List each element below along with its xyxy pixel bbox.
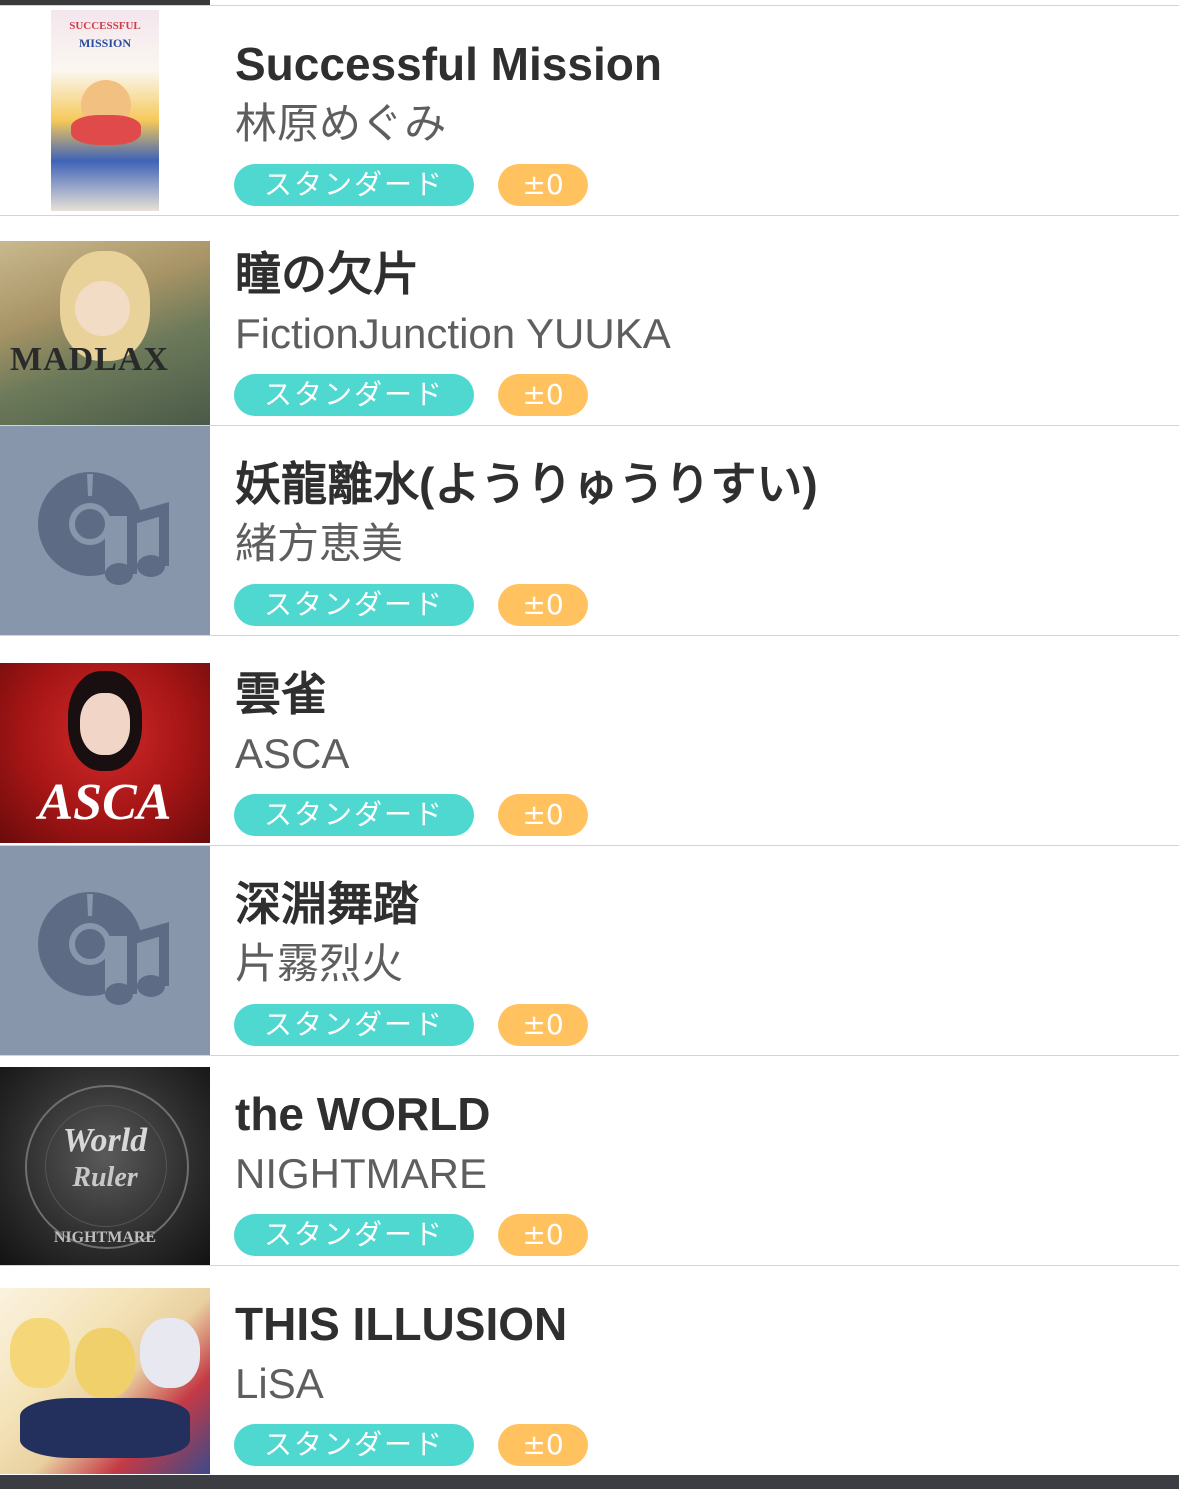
song-artist: NIGHTMARE: [235, 1150, 487, 1197]
song-row[interactable]: MADLAX 瞳の欠片 FictionJunction YUUKA スタンダード…: [0, 215, 1179, 425]
song-row[interactable]: World Ruler NIGHTMARE the WORLD NIGHTMAR…: [0, 1055, 1179, 1265]
song-title: Successful Mission: [235, 38, 662, 90]
song-artist: ASCA: [235, 730, 350, 777]
bottom-bar-edge: [0, 1475, 1179, 1489]
song-title: 雲雀: [235, 668, 327, 720]
song-artist: 緒方恵美: [235, 520, 404, 567]
jacket-thumbnail: MADLAX: [0, 216, 210, 425]
song-artist: FictionJunction YUUKA: [235, 310, 671, 357]
jacket-placeholder: [0, 846, 210, 1055]
jacket-placeholder: [0, 426, 210, 635]
difficulty-badge: スタンダード: [234, 374, 474, 416]
album-art-image: SUCCESSFUL MISSION: [51, 10, 159, 211]
song-title: THIS ILLUSION: [235, 1298, 568, 1350]
jacket-thumbnail: World Ruler NIGHTMARE: [0, 1056, 210, 1265]
album-art-image: [0, 1288, 210, 1474]
song-row[interactable]: THIS ILLUSION LiSA スタンダード ±0: [0, 1265, 1179, 1474]
difficulty-badge: スタンダード: [234, 1214, 474, 1256]
difficulty-badge: スタンダード: [234, 1004, 474, 1046]
album-art-image: World Ruler NIGHTMARE: [0, 1067, 210, 1265]
jacket-thumbnail: SUCCESSFUL MISSION: [0, 6, 210, 215]
song-row[interactable]: 妖龍離水(ようりゅうりすい) 緒方恵美 スタンダード ±0: [0, 425, 1179, 635]
song-title: the WORLD: [235, 1088, 491, 1140]
difficulty-badge: スタンダード: [234, 164, 474, 206]
song-title: 妖龍離水(ようりゅうりすい): [235, 458, 818, 510]
song-artist: 林原めぐみ: [235, 100, 447, 147]
difficulty-badge: スタンダード: [234, 1424, 474, 1466]
difficulty-badge: スタンダード: [234, 794, 474, 836]
song-title: 深淵舞踏: [235, 878, 419, 930]
song-artist: 片霧烈火: [235, 940, 404, 987]
music-disc-icon: [38, 471, 169, 596]
song-title: 瞳の欠片: [235, 248, 419, 300]
jacket-thumbnail: ASCA: [0, 636, 210, 845]
difficulty-badge: スタンダード: [234, 584, 474, 626]
song-row[interactable]: ASCA 雲雀 ASCA スタンダード ±0: [0, 635, 1179, 845]
album-art-image: ASCA: [0, 663, 210, 843]
song-list: SUCCESSFUL MISSION Successful Mission 林原…: [0, 5, 1179, 1474]
song-artist: LiSA: [235, 1360, 324, 1407]
score-delta-badge: ±0: [498, 374, 588, 416]
song-row[interactable]: 深淵舞踏 片霧烈火 スタンダード ±0: [0, 845, 1179, 1055]
score-delta-badge: ±0: [498, 1214, 588, 1256]
album-art-image: MADLAX: [0, 241, 210, 425]
score-delta-badge: ±0: [498, 1424, 588, 1466]
jacket-thumbnail: [0, 1266, 210, 1474]
music-disc-icon: [38, 891, 169, 1016]
score-delta-badge: ±0: [498, 164, 588, 206]
song-row[interactable]: SUCCESSFUL MISSION Successful Mission 林原…: [0, 5, 1179, 215]
score-delta-badge: ±0: [498, 794, 588, 836]
score-delta-badge: ±0: [498, 584, 588, 626]
score-delta-badge: ±0: [498, 1004, 588, 1046]
